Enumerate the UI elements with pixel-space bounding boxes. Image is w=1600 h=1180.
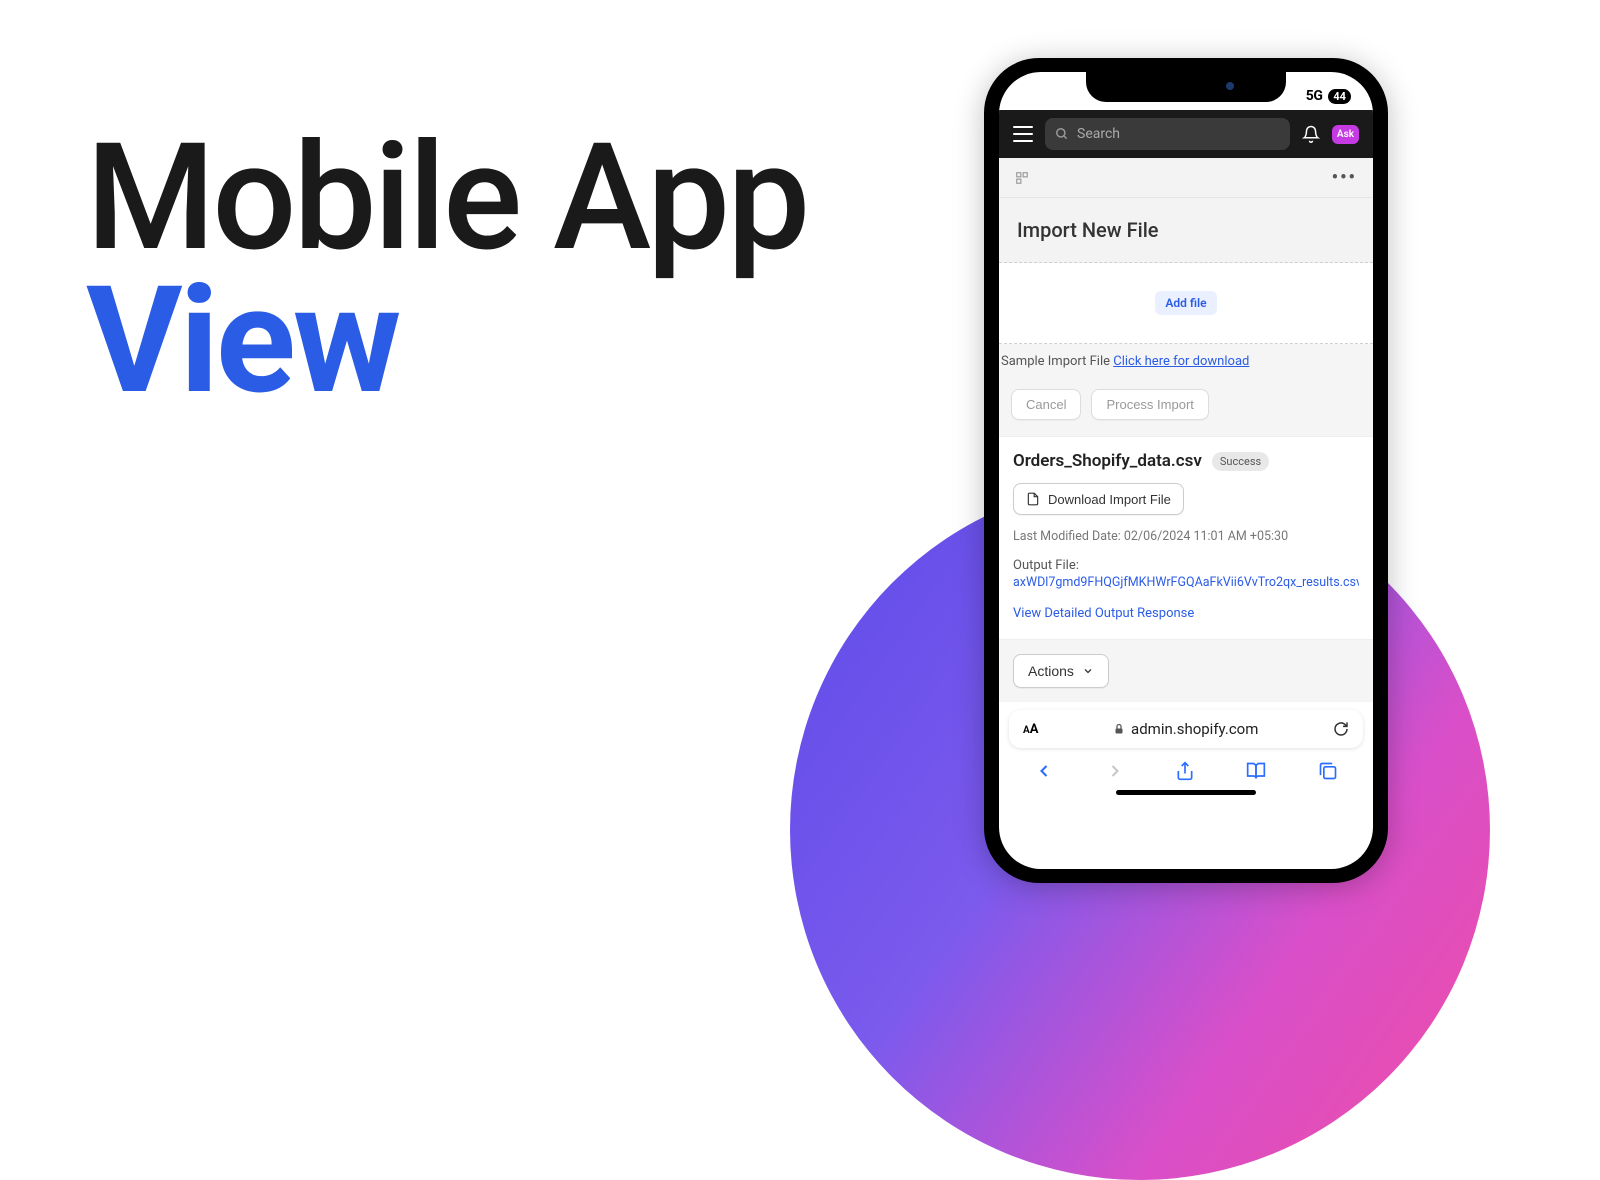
camera-dot — [1226, 82, 1234, 90]
reload-button[interactable] — [1333, 721, 1349, 737]
more-options-icon[interactable]: ••• — [1332, 167, 1357, 188]
browser-nav-bar — [999, 754, 1373, 784]
file-drop-zone[interactable]: Add file — [999, 263, 1373, 343]
bookmarks-icon[interactable] — [1245, 761, 1267, 781]
chevron-down-icon — [1082, 665, 1094, 677]
view-detail-link[interactable]: View Detailed Output Response — [1013, 606, 1359, 621]
app-icon[interactable] — [1015, 171, 1029, 185]
hero-title: Mobile App View — [86, 125, 807, 416]
hamburger-menu-icon[interactable] — [1013, 126, 1033, 142]
search-input[interactable]: Search — [1045, 118, 1290, 150]
browser-url-bar[interactable]: AA admin.shopify.com — [1009, 710, 1363, 748]
file-name: Orders_Shopify_data.csv — [1013, 451, 1202, 471]
phone-screen: 5G 44 Search Ask ••• Import New File — [999, 72, 1373, 869]
file-icon — [1026, 491, 1040, 507]
output-file-label: Output File: — [1013, 558, 1359, 573]
output-file-link[interactable]: axWDl7gmd9FHQGjfMKHWrFGQAaFkVii6VvTro2qx… — [1013, 575, 1359, 590]
sample-download-link[interactable]: Click here for download — [1113, 354, 1249, 369]
search-placeholder: Search — [1077, 126, 1120, 142]
phone-notch — [1086, 72, 1286, 102]
add-file-button[interactable]: Add file — [1155, 291, 1216, 315]
nav-back-button[interactable] — [1034, 761, 1054, 781]
last-modified-label: Last Modified Date: 02/06/2024 11:01 AM … — [1013, 529, 1359, 544]
file-result-card: Orders_Shopify_data.csv Success Download… — [999, 436, 1373, 639]
download-btn-label: Download Import File — [1048, 492, 1171, 507]
cancel-button[interactable]: Cancel — [1011, 389, 1081, 420]
hero-line-1: Mobile App — [86, 125, 807, 273]
lock-icon — [1113, 723, 1125, 735]
share-icon[interactable] — [1175, 760, 1195, 782]
text-size-button[interactable]: AA — [1023, 722, 1038, 737]
actions-label: Actions — [1028, 663, 1074, 679]
actions-dropdown[interactable]: Actions — [1013, 654, 1109, 688]
network-indicator: 5G — [1306, 88, 1323, 104]
notification-bell-icon[interactable] — [1302, 125, 1320, 143]
ask-button[interactable]: Ask — [1332, 125, 1359, 144]
app-header: Search Ask — [999, 110, 1373, 158]
sample-file-row: Sample Import File Click here for downlo… — [999, 344, 1373, 379]
status-badge: Success — [1212, 452, 1269, 471]
import-actions: Cancel Process Import — [999, 379, 1373, 436]
url-text: admin.shopify.com — [1131, 720, 1258, 738]
process-import-button[interactable]: Process Import — [1091, 389, 1208, 420]
search-icon — [1055, 127, 1069, 141]
import-section-title: Import New File — [999, 198, 1373, 263]
home-indicator[interactable] — [1116, 790, 1256, 795]
phone-frame: 5G 44 Search Ask ••• Import New File — [984, 58, 1388, 883]
battery-indicator: 44 — [1328, 89, 1351, 104]
nav-forward-button[interactable] — [1105, 761, 1125, 781]
download-import-button[interactable]: Download Import File — [1013, 483, 1184, 515]
actions-section: Actions — [999, 639, 1373, 702]
tabs-icon[interactable] — [1318, 761, 1338, 781]
sample-file-label: Sample Import File — [1001, 354, 1113, 369]
hero-line-2: View — [86, 268, 807, 416]
sub-header: ••• — [999, 158, 1373, 198]
